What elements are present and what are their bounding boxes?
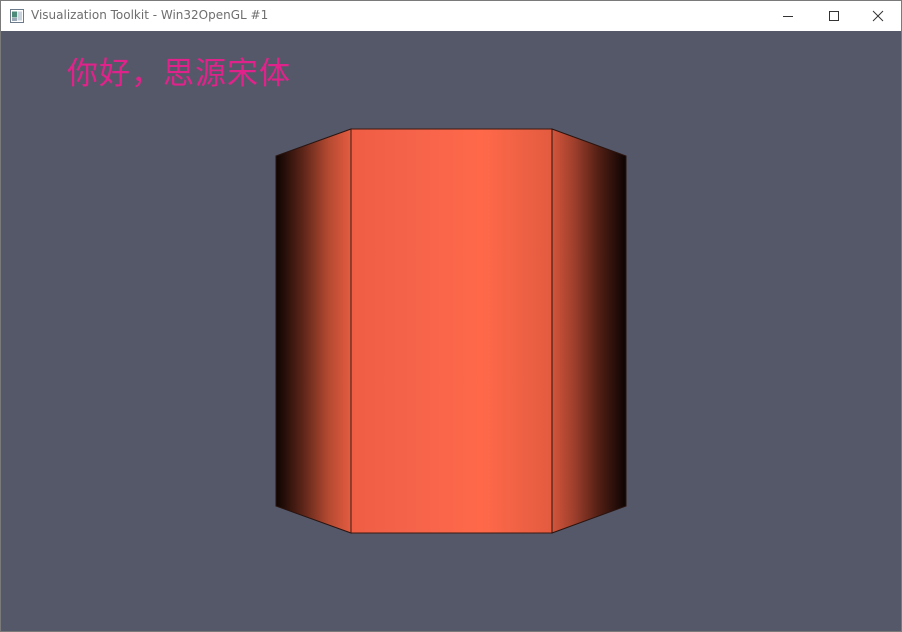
close-button[interactable] [855, 1, 901, 31]
render-viewport[interactable]: 你好，思源宋体 [1, 31, 901, 631]
vtk-window-icon [10, 9, 24, 23]
maximize-icon [829, 11, 839, 21]
cylinder-actor[interactable] [1, 31, 901, 631]
cylinder-facet-left [275, 128, 352, 534]
close-icon [872, 10, 884, 22]
window-title: Visualization Toolkit - Win32OpenGL #1 [31, 8, 269, 22]
title-bar[interactable]: Visualization Toolkit - Win32OpenGL #1 [1, 1, 901, 31]
maximize-button[interactable] [811, 1, 857, 31]
vtk-render-window: Visualization Toolkit - Win32OpenGL #1 你… [0, 0, 902, 632]
minimize-button[interactable] [765, 1, 811, 31]
cylinder-facet-front [350, 128, 553, 534]
minimize-icon [783, 16, 793, 17]
cylinder-facet-right [551, 128, 627, 534]
